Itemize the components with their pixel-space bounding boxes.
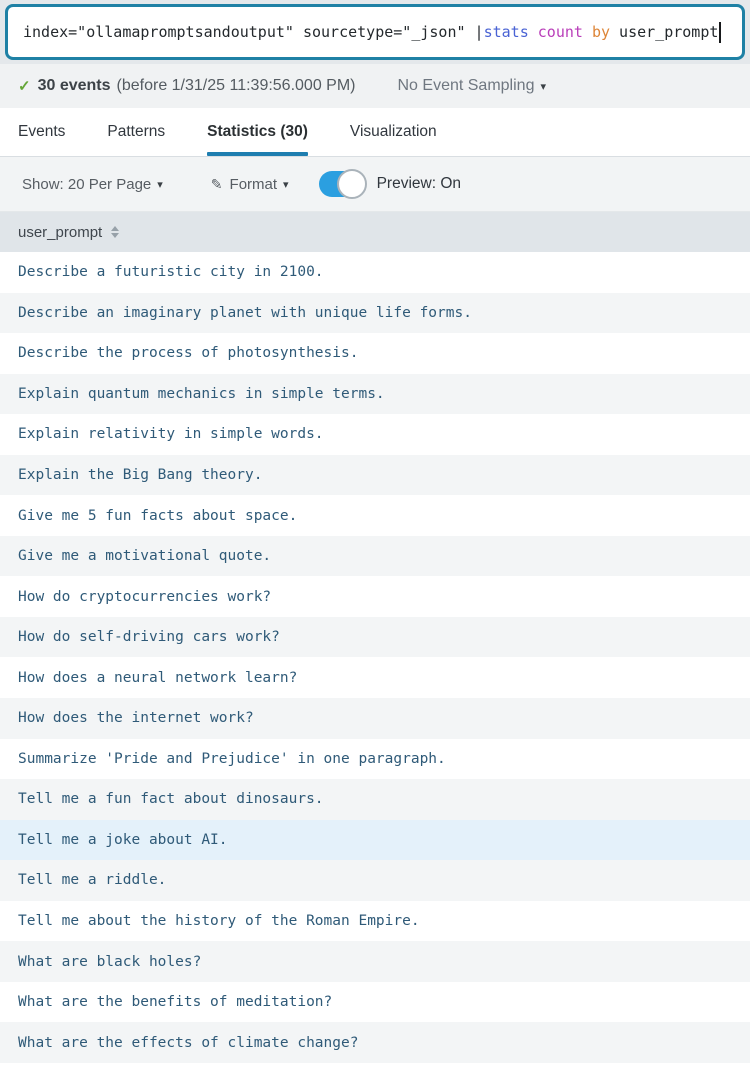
query-token: stats (484, 23, 529, 41)
query-token: count (538, 23, 583, 41)
search-query-text: index="ollamapromptsandoutput" sourcetyp… (23, 23, 718, 41)
event-time-range: (before 1/31/25 11:39:56.000 PM) (117, 77, 356, 95)
event-count: 30 events (38, 77, 111, 95)
search-input[interactable]: index="ollamapromptsandoutput" sourcetyp… (5, 4, 745, 60)
events-info-bar: ✓ 30 events (before 1/31/25 11:39:56.000… (0, 64, 750, 108)
query-token (529, 23, 538, 41)
user-prompt-cell[interactable]: Tell me a joke about AI. (18, 832, 228, 848)
toggle-knob (337, 169, 367, 199)
user-prompt-cell[interactable]: Summarize 'Pride and Prejudice' in one p… (18, 751, 446, 767)
tab-visualization[interactable]: Visualization (350, 108, 437, 156)
user-prompt-cell[interactable]: Describe the process of photosynthesis. (18, 345, 358, 361)
user-prompt-cell[interactable]: How do cryptocurrencies work? (18, 589, 271, 605)
table-row[interactable]: Tell me about the history of the Roman E… (0, 901, 750, 942)
table-row[interactable]: How do cryptocurrencies work? (0, 576, 750, 617)
table-row[interactable]: Summarize 'Pride and Prejudice' in one p… (0, 739, 750, 780)
user-prompt-cell[interactable]: How does a neural network learn? (18, 670, 297, 686)
text-cursor-caret (719, 22, 721, 43)
tab-patterns[interactable]: Patterns (107, 108, 165, 156)
event-sampling-label: No Event Sampling (398, 77, 535, 95)
table-row[interactable]: How do self-driving cars work? (0, 617, 750, 658)
table-row[interactable]: Explain quantum mechanics in simple term… (0, 374, 750, 415)
user-prompt-cell[interactable]: Describe an imaginary planet with unique… (18, 305, 472, 321)
column-header-user-prompt[interactable]: user_prompt (0, 212, 750, 252)
table-row[interactable]: Explain relativity in simple words. (0, 414, 750, 455)
pencil-icon: ✎ (211, 176, 223, 193)
table-row[interactable]: Give me 5 fun facts about space. (0, 495, 750, 536)
table-row[interactable]: Describe a futuristic city in 2100. (0, 252, 750, 293)
user-prompt-cell[interactable]: What are black holes? (18, 954, 201, 970)
user-prompt-cell[interactable]: Tell me about the history of the Roman E… (18, 913, 420, 929)
user-prompt-cell[interactable]: What are the effects of climate change? (18, 1035, 358, 1051)
event-sampling-dropdown[interactable]: No Event Sampling ▾ (398, 77, 547, 95)
search-complete-check-icon: ✓ (18, 77, 31, 95)
table-row[interactable]: Give me a motivational quote. (0, 536, 750, 577)
sort-icon (111, 226, 119, 238)
user-prompt-cell[interactable]: Explain quantum mechanics in simple term… (18, 386, 385, 402)
results-tab-bar: Events Patterns Statistics (30) Visualiz… (0, 108, 750, 157)
user-prompt-cell[interactable]: What are the benefits of meditation? (18, 994, 332, 1010)
user-prompt-cell[interactable]: Give me 5 fun facts about space. (18, 508, 297, 524)
statistics-table: user_prompt Describe a futuristic city i… (0, 212, 750, 1063)
chevron-down-icon: ▾ (540, 80, 546, 93)
user-prompt-cell[interactable]: Explain the Big Bang theory. (18, 467, 262, 483)
query-token: index="ollamapromptsandoutput" sourcetyp… (23, 23, 484, 41)
user-prompt-cell[interactable]: Explain relativity in simple words. (18, 426, 324, 442)
user-prompt-cell[interactable]: How does the internet work? (18, 710, 254, 726)
preview-state-label: Preview: On (377, 175, 461, 193)
table-body: Describe a futuristic city in 2100. Descr… (0, 252, 750, 1063)
table-row[interactable]: Describe an imaginary planet with unique… (0, 293, 750, 334)
user-prompt-cell[interactable]: Tell me a fun fact about dinosaurs. (18, 791, 324, 807)
table-row[interactable]: Tell me a riddle. (0, 860, 750, 901)
column-header-label: user_prompt (18, 224, 102, 241)
splunk-search-results-page: index="ollamapromptsandoutput" sourcetyp… (0, 0, 750, 1063)
table-row[interactable]: Describe the process of photosynthesis. (0, 333, 750, 374)
per-page-dropdown[interactable]: Show: 20 Per Page ▾ (22, 176, 163, 193)
user-prompt-cell[interactable]: Tell me a riddle. (18, 872, 166, 888)
tab-events[interactable]: Events (18, 108, 65, 156)
table-row[interactable]: How does a neural network learn? (0, 657, 750, 698)
query-token: by (592, 23, 610, 41)
search-bar-container: index="ollamapromptsandoutput" sourcetyp… (0, 0, 750, 64)
user-prompt-cell[interactable]: How do self-driving cars work? (18, 629, 280, 645)
table-controls-bar: Show: 20 Per Page ▾ ✎ Format ▾ Preview: … (0, 157, 750, 212)
preview-toggle[interactable] (319, 171, 365, 197)
table-row[interactable]: What are black holes? (0, 941, 750, 982)
table-row[interactable]: Tell me a fun fact about dinosaurs. (0, 779, 750, 820)
user-prompt-cell[interactable]: Describe a futuristic city in 2100. (18, 264, 324, 280)
table-row[interactable]: Tell me a joke about AI. (0, 820, 750, 861)
format-label: Format (230, 176, 278, 193)
table-row[interactable]: What are the effects of climate change? (0, 1022, 750, 1063)
table-row[interactable]: What are the benefits of meditation? (0, 982, 750, 1023)
format-dropdown[interactable]: ✎ Format ▾ (211, 176, 289, 193)
user-prompt-cell[interactable]: Give me a motivational quote. (18, 548, 271, 564)
table-row[interactable]: Explain the Big Bang theory. (0, 455, 750, 496)
chevron-down-icon: ▾ (157, 178, 163, 191)
tab-statistics[interactable]: Statistics (30) (207, 108, 308, 156)
chevron-down-icon: ▾ (283, 178, 289, 191)
table-row[interactable]: How does the internet work? (0, 698, 750, 739)
per-page-label: Show: 20 Per Page (22, 176, 151, 193)
query-token (583, 23, 592, 41)
query-token: user_prompt (610, 23, 718, 41)
